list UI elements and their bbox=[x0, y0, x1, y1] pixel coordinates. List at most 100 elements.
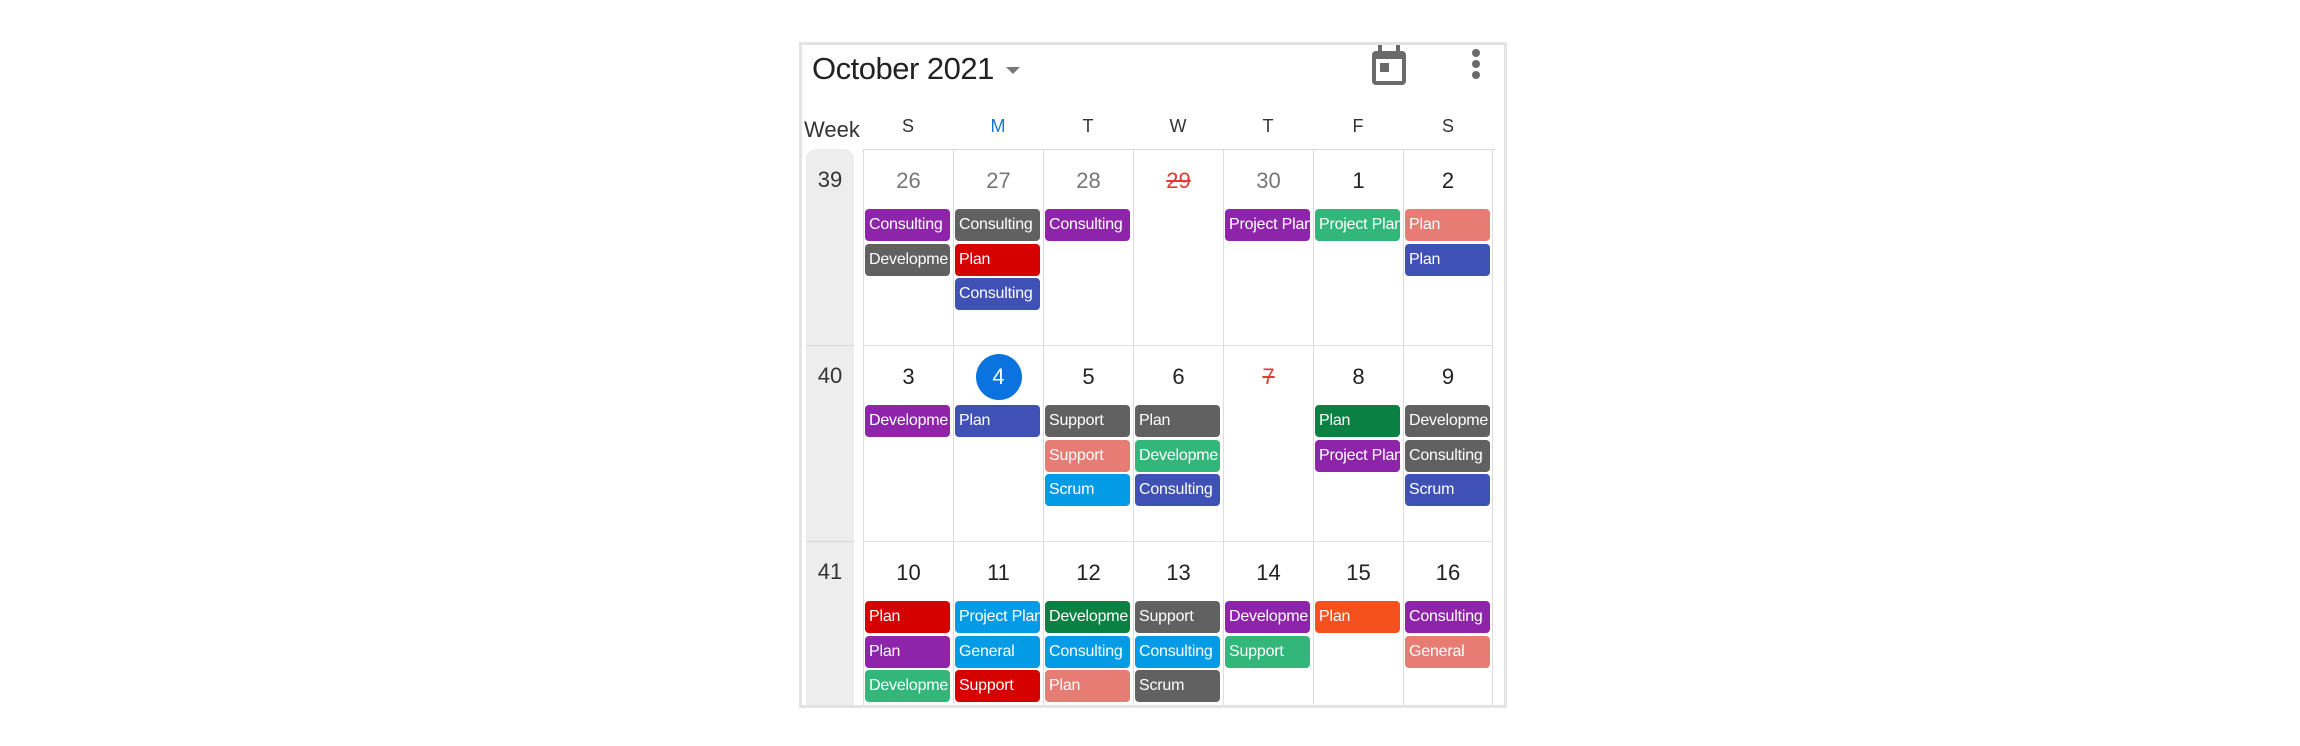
week-number[interactable]: 39 bbox=[806, 167, 854, 193]
event-chip[interactable]: Developme bbox=[865, 405, 950, 437]
event-chip[interactable]: Plan bbox=[865, 601, 950, 633]
week-number[interactable]: 41 bbox=[806, 559, 854, 585]
event-chip[interactable]: Scrum bbox=[1405, 474, 1490, 506]
date-number[interactable]: 28 bbox=[1044, 168, 1133, 194]
day-cell[interactable]: 3 Developme bbox=[863, 346, 953, 542]
event-chip[interactable]: Consulting bbox=[1135, 635, 1220, 668]
event-chip[interactable]: Scrum bbox=[1045, 474, 1130, 506]
date-label: 15 bbox=[1346, 560, 1371, 585]
day-cell[interactable]: 7 bbox=[1223, 346, 1313, 542]
day-cell[interactable]: 11 Project Plan General Support bbox=[953, 542, 1043, 705]
date-number[interactable]: 14 bbox=[1224, 560, 1313, 586]
event-chip[interactable]: Developme bbox=[1045, 601, 1130, 633]
event-chip[interactable]: Plan bbox=[1405, 209, 1490, 241]
event-chip[interactable]: Consulting bbox=[1045, 209, 1130, 241]
date-number[interactable]: 1 bbox=[1314, 168, 1403, 194]
event-chip[interactable]: Support bbox=[1135, 601, 1220, 633]
date-number[interactable]: 3 bbox=[864, 364, 953, 390]
event-chip[interactable]: Developme bbox=[1225, 601, 1310, 633]
day-cell[interactable]: 27 Consulting Plan Consulting bbox=[953, 150, 1043, 346]
date-number[interactable]: 15 bbox=[1314, 560, 1403, 586]
event-chip[interactable]: General bbox=[955, 635, 1040, 668]
day-cell[interactable]: 6 Plan Developme Consulting bbox=[1133, 346, 1223, 542]
event-chip[interactable]: Plan bbox=[1045, 670, 1130, 702]
date-label: 4 bbox=[975, 354, 1022, 400]
day-cell[interactable]: 5 Support Support Scrum bbox=[1043, 346, 1133, 542]
calendar-month-view: October 2021 Week SMTWTFS 39 40 41 26 Consu… bbox=[799, 42, 1507, 708]
today-date-number[interactable]: 4 bbox=[954, 354, 1043, 400]
event-chip[interactable]: Project Plan bbox=[1315, 439, 1400, 472]
event-chip[interactable]: Plan bbox=[955, 405, 1040, 437]
date-number[interactable]: 8 bbox=[1314, 364, 1403, 390]
day-cell[interactable]: 29 bbox=[1133, 150, 1223, 346]
date-label: 9 bbox=[1441, 364, 1455, 389]
event-chip[interactable]: General bbox=[1405, 635, 1490, 668]
date-number[interactable]: 12 bbox=[1044, 560, 1133, 586]
date-number[interactable]: 13 bbox=[1134, 560, 1223, 586]
date-number[interactable]: 16 bbox=[1404, 560, 1492, 586]
go-to-today-button[interactable] bbox=[1370, 45, 1408, 87]
day-cell[interactable]: 4 Plan bbox=[953, 346, 1043, 542]
event-chip[interactable]: Support bbox=[1045, 439, 1130, 472]
event-chip[interactable]: Consulting bbox=[1405, 439, 1490, 472]
date-label: 26 bbox=[896, 168, 921, 193]
event-chip[interactable]: Project Plan bbox=[955, 601, 1040, 633]
month-selector[interactable]: October 2021 bbox=[812, 51, 1020, 87]
day-cell[interactable]: 30 Project Plan bbox=[1223, 150, 1313, 346]
event-chip[interactable]: Consulting bbox=[955, 278, 1040, 310]
event-chip[interactable]: Plan bbox=[1315, 601, 1400, 633]
event-chip[interactable]: Plan bbox=[1135, 405, 1220, 437]
date-number[interactable]: 27 bbox=[954, 168, 1043, 194]
event-chip[interactable]: Support bbox=[1045, 405, 1130, 437]
day-cell[interactable]: 2 Plan Plan bbox=[1403, 150, 1493, 346]
event-chip[interactable]: Scrum bbox=[1135, 670, 1220, 702]
event-chip[interactable]: Consulting bbox=[955, 209, 1040, 241]
event-chip[interactable]: Plan bbox=[955, 243, 1040, 276]
event-chip[interactable]: Support bbox=[1225, 635, 1310, 668]
event-chip[interactable]: Developme bbox=[1135, 439, 1220, 472]
day-cell[interactable]: 26 Consulting Developme bbox=[863, 150, 953, 346]
event-list: Plan Project Plan bbox=[1315, 405, 1400, 474]
day-cell[interactable]: 10 Plan Plan Developme bbox=[863, 542, 953, 705]
date-number[interactable]: 10 bbox=[864, 560, 953, 586]
date-label: 8 bbox=[1352, 364, 1365, 389]
date-label: 6 bbox=[1172, 364, 1185, 389]
event-chip[interactable]: Consulting bbox=[1135, 474, 1220, 506]
event-chip[interactable]: Plan bbox=[865, 635, 950, 668]
day-cell[interactable]: 28 Consulting bbox=[1043, 150, 1133, 346]
date-number[interactable]: 6 bbox=[1134, 364, 1223, 390]
week-column-header: Week bbox=[804, 117, 860, 142]
event-chip[interactable]: Developme bbox=[1405, 405, 1490, 437]
date-number[interactable]: 11 bbox=[954, 560, 1043, 586]
date-number[interactable]: 30 bbox=[1224, 168, 1313, 194]
event-chip[interactable]: Consulting bbox=[865, 209, 950, 241]
more-options-button[interactable] bbox=[1464, 45, 1488, 87]
date-number[interactable]: 29 bbox=[1134, 168, 1223, 194]
day-cell[interactable]: 1 Project Plan bbox=[1313, 150, 1403, 346]
date-label: 29 bbox=[1166, 168, 1191, 193]
date-label: 27 bbox=[986, 168, 1011, 193]
event-chip[interactable]: Developme bbox=[865, 243, 950, 276]
day-cell[interactable]: 8 Plan Project Plan bbox=[1313, 346, 1403, 542]
event-chip[interactable]: Project Plan bbox=[1225, 209, 1310, 241]
date-number[interactable]: 9 bbox=[1404, 364, 1492, 390]
day-cell[interactable]: 14 Developme Support bbox=[1223, 542, 1313, 705]
event-chip[interactable]: Consulting bbox=[1045, 635, 1130, 668]
day-cell[interactable]: 15 Plan bbox=[1313, 542, 1403, 705]
date-number[interactable]: 2 bbox=[1404, 168, 1492, 194]
event-chip[interactable]: Plan bbox=[1315, 405, 1400, 437]
day-cell[interactable]: 9 Developme Consulting Scrum bbox=[1403, 346, 1493, 542]
day-cell[interactable]: 13 Support Consulting Scrum bbox=[1133, 542, 1223, 705]
event-chip[interactable]: Plan bbox=[1405, 243, 1490, 276]
week-number[interactable]: 40 bbox=[806, 363, 854, 389]
day-cell[interactable]: 12 Developme Consulting Plan bbox=[1043, 542, 1133, 705]
event-chip[interactable]: Project Plan bbox=[1315, 209, 1400, 241]
date-number[interactable]: 7 bbox=[1224, 364, 1313, 390]
event-chip[interactable]: Support bbox=[955, 670, 1040, 702]
event-chip[interactable]: Developme bbox=[865, 670, 950, 702]
event-chip[interactable]: Consulting bbox=[1405, 601, 1490, 633]
day-cell[interactable]: 16 Consulting General bbox=[1403, 542, 1493, 705]
date-number[interactable]: 5 bbox=[1044, 364, 1133, 390]
day-of-week-label: T bbox=[1082, 116, 1094, 136]
date-number[interactable]: 26 bbox=[864, 168, 953, 194]
